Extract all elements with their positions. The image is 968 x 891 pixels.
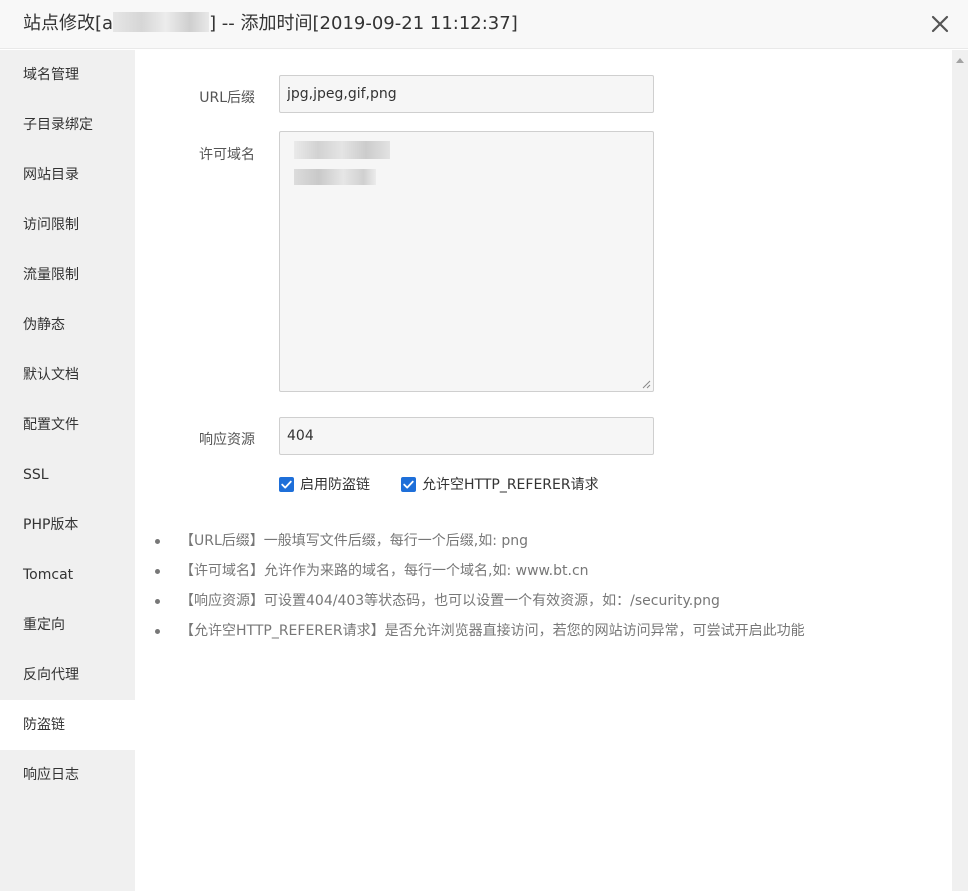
dialog-title-suffix: ] -- 添加时间[2019-09-21 11:12:37] — [209, 13, 518, 34]
sidebar-item-php-version[interactable]: PHP版本 — [0, 500, 135, 550]
checkbox-checked-icon[interactable] — [401, 476, 416, 492]
dialog-titlebar: 站点修改[a ] -- 添加时间[2019-09-21 11:12:37] — [0, 0, 968, 49]
sidebar-item-rewrite[interactable]: 伪静态 — [0, 300, 135, 350]
sidebar-item-response-log[interactable]: 响应日志 — [0, 750, 135, 800]
allow-empty-referer-label: 允许空HTTP_REFERER请求 — [422, 477, 599, 493]
sidebar-item-default-document[interactable]: 默认文档 — [0, 350, 135, 400]
dialog-title: 站点修改[a ] -- 添加时间[2019-09-21 11:12:37] — [23, 12, 518, 36]
help-notes-list: 【URL后缀】一般填写文件后缀，每行一个后缀,如: png 【许可域名】允许作为… — [155, 530, 805, 650]
help-note-text: 【URL后缀】一般填写文件后缀，每行一个后缀,如: png — [180, 533, 529, 549]
bullet-icon — [155, 599, 160, 604]
settings-sidebar: 域名管理 子目录绑定 网站目录 访问限制 流量限制 伪静态 默认文档 配置文件 … — [0, 50, 135, 891]
redacted-site-name — [113, 12, 210, 32]
dialog-title-prefix-tail: a — [102, 13, 114, 34]
help-note: 【URL后缀】一般填写文件后缀，每行一个后缀,如: png — [155, 530, 805, 560]
vertical-scrollbar[interactable] — [952, 50, 968, 891]
redacted-domain — [294, 169, 376, 185]
checkbox-checked-icon[interactable] — [279, 476, 294, 492]
bullet-icon — [155, 539, 160, 544]
redacted-domain — [294, 141, 390, 159]
sidebar-item-hotlink-protection[interactable]: 防盗链 — [0, 700, 135, 750]
help-note-text: 【许可域名】允许作为来路的域名，每行一个域名,如: www.bt.cn — [180, 563, 589, 579]
resize-handle-icon[interactable] — [641, 379, 651, 389]
bullet-icon — [155, 629, 160, 634]
url-suffix-input[interactable] — [279, 75, 654, 113]
sidebar-item-subdirectory-binding[interactable]: 子目录绑定 — [0, 100, 135, 150]
close-icon[interactable] — [928, 12, 952, 36]
hotlink-settings-panel: URL后缀 许可域名 响应资源 启用防盗链 — [135, 50, 952, 891]
response-resource-label: 响应资源 — [199, 432, 255, 448]
help-note-text: 【允许空HTTP_REFERER请求】是否允许浏览器直接访问，若您的网站访问异常… — [180, 623, 805, 639]
allow-empty-referer-checkbox[interactable]: 允许空HTTP_REFERER请求 — [401, 474, 599, 494]
help-note: 【响应资源】可设置404/403等状态码，也可以设置一个有效资源，如：/secu… — [155, 590, 805, 620]
enable-hotlink-label: 启用防盗链 — [300, 477, 370, 493]
allowed-domains-label: 许可域名 — [199, 147, 255, 163]
help-note: 【许可域名】允许作为来路的域名，每行一个域名,如: www.bt.cn — [155, 560, 805, 590]
allowed-domains-textarea[interactable] — [279, 131, 654, 392]
bullet-icon — [155, 569, 160, 574]
sidebar-item-reverse-proxy[interactable]: 反向代理 — [0, 650, 135, 700]
sidebar-item-ssl[interactable]: SSL — [0, 450, 135, 500]
help-note: 【允许空HTTP_REFERER请求】是否允许浏览器直接访问，若您的网站访问异常… — [155, 620, 805, 650]
sidebar-item-traffic-limit[interactable]: 流量限制 — [0, 250, 135, 300]
sidebar-item-redirect[interactable]: 重定向 — [0, 600, 135, 650]
site-settings-dialog: 站点修改[a ] -- 添加时间[2019-09-21 11:12:37] 域名管… — [0, 0, 968, 891]
sidebar-item-tomcat[interactable]: Tomcat — [0, 550, 135, 600]
help-note-text: 【响应资源】可设置404/403等状态码，也可以设置一个有效资源，如：/secu… — [180, 593, 720, 609]
sidebar-item-site-directory[interactable]: 网站目录 — [0, 150, 135, 200]
response-resource-input[interactable] — [279, 417, 654, 455]
scroll-up-arrow-icon[interactable] — [956, 58, 964, 63]
sidebar-item-domain-management[interactable]: 域名管理 — [0, 50, 135, 100]
enable-hotlink-checkbox[interactable]: 启用防盗链 — [279, 474, 370, 494]
sidebar-item-config-file[interactable]: 配置文件 — [0, 400, 135, 450]
dialog-title-prefix: 站点修改[ — [23, 13, 103, 34]
url-suffix-label: URL后缀 — [199, 90, 255, 106]
sidebar-item-access-limit[interactable]: 访问限制 — [0, 200, 135, 250]
